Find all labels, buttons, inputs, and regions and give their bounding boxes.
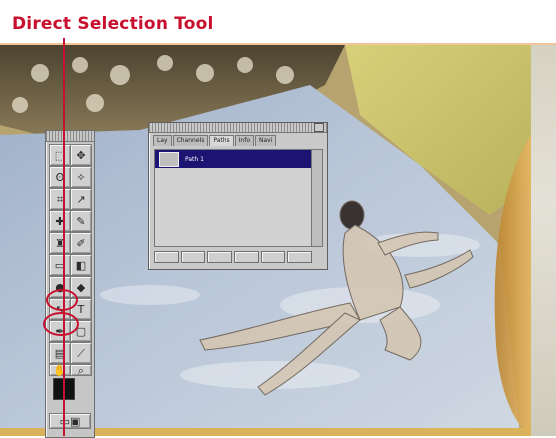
paths-list: Path 1 [154,149,314,247]
right-edge-strip [531,45,556,436]
crop-icon[interactable]: ⌗ [49,188,71,210]
toolbox-titlebar[interactable] [46,131,94,142]
lasso-icon[interactable]: ʘ [49,166,71,188]
healing-icon[interactable]: ✚ [49,210,71,232]
tab-layers[interactable]: Lay [153,135,172,146]
stamp-icon[interactable]: ♜ [49,232,71,254]
mode-buttons[interactable]: ▭▣ [49,413,91,429]
pen-tool-highlight [43,312,79,336]
path-thumbnail [159,151,179,167]
delete-path-button[interactable] [287,251,313,263]
notes-icon[interactable]: ▤ [49,342,71,364]
path-label: Path 1 [185,155,204,163]
marquee-icon[interactable]: ⬚ [49,144,71,166]
load-selection-button[interactable] [207,251,233,263]
stroke-path-button[interactable] [180,251,206,263]
caption-title: Direct Selection Tool [12,14,214,34]
palette-scrollbar[interactable] [311,149,323,247]
eyedropper-icon[interactable]: ⟋ [70,342,92,364]
palette-close-icon[interactable] [314,123,324,132]
palette-tabs: Lay Channels Paths Info Navi [149,133,327,146]
hand-icon[interactable]: ✋ [49,364,71,376]
zoom-icon[interactable]: ⌕ [70,364,92,376]
brush-icon[interactable]: ✎ [70,210,92,232]
toolbox-palette[interactable]: ⬚ ✥ ʘ ✧ ⌗ ↗ ✚ ✎ ♜ ✐ ▭ ◧ ● ◆ ↖ T ✒ ▢ ▤ ⟋ … [45,130,95,438]
tab-paths[interactable]: Paths [209,135,234,146]
slice-icon[interactable]: ↗ [70,188,92,210]
eraser-icon[interactable]: ▭ [49,254,71,276]
new-path-button[interactable] [260,251,286,263]
paths-palette[interactable]: Lay Channels Paths Info Navi Path 1 [148,122,328,270]
tab-info[interactable]: Info [234,135,255,146]
palette-button-bar [154,251,313,263]
direct-selection-highlight [46,289,78,311]
gradient-icon[interactable]: ◧ [70,254,92,276]
fill-path-button[interactable] [154,251,179,263]
path-row[interactable]: Path 1 [155,150,313,168]
history-brush-icon[interactable]: ✐ [70,232,92,254]
magic-wand-icon[interactable]: ✧ [70,166,92,188]
tab-navigator[interactable]: Navi [255,135,277,146]
tab-channels[interactable]: Channels [172,135,209,146]
callout-line [63,38,65,436]
make-work-path-button[interactable] [234,251,259,263]
move-icon[interactable]: ✥ [70,144,92,166]
paths-palette-titlebar[interactable] [149,123,327,133]
caption-header: Direct Selection Tool [0,0,556,44]
